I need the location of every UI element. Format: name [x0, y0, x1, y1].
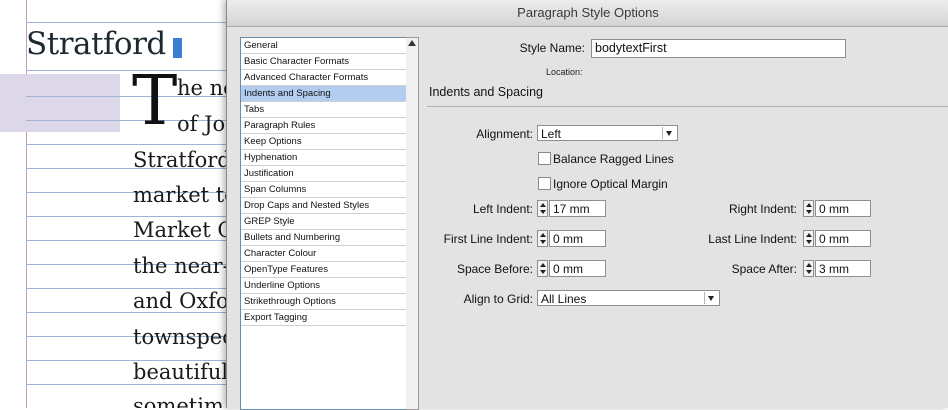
category-item-character-colour[interactable]: Character Colour	[241, 246, 406, 262]
category-item-bullets-and-numbering[interactable]: Bullets and Numbering	[241, 230, 406, 246]
body-text-line[interactable]: the near-	[133, 254, 230, 278]
last-line-indent-stepper[interactable]	[803, 230, 814, 247]
category-list-scrollbar[interactable]	[406, 37, 419, 410]
baseline-guide	[26, 22, 226, 23]
right-indent-input[interactable]: 0 mm	[815, 200, 871, 217]
align-to-grid-label: Align to Grid:	[463, 292, 533, 306]
category-item-drop-caps-and-nested-styles[interactable]: Drop Caps and Nested Styles	[241, 198, 406, 214]
balance-ragged-lines-label[interactable]: Balance Ragged Lines	[553, 152, 674, 166]
body-text-line[interactable]: townspeo	[133, 325, 235, 349]
location-label: Location:	[546, 67, 583, 77]
body-text-line[interactable]: Market C	[133, 218, 233, 242]
category-item-advanced-character-formats[interactable]: Advanced Character Formats	[241, 70, 406, 86]
balance-ragged-lines-checkbox[interactable]	[538, 152, 551, 165]
space-after-label: Space After:	[731, 262, 797, 276]
category-item-keep-options[interactable]: Keep Options	[241, 134, 406, 150]
left-indent-stepper[interactable]	[537, 200, 548, 217]
body-text-line[interactable]: Stratford	[133, 148, 231, 172]
section-divider	[427, 106, 948, 107]
category-item-export-tagging[interactable]: Export Tagging	[241, 310, 406, 326]
baseline-guide	[26, 384, 226, 385]
section-title: Indents and Spacing	[429, 85, 543, 99]
space-before-stepper[interactable]	[537, 260, 548, 277]
category-item-basic-character-formats[interactable]: Basic Character Formats	[241, 54, 406, 70]
alignment-dropdown[interactable]: Left	[537, 125, 678, 141]
space-after-stepper[interactable]	[803, 260, 814, 277]
align-to-grid-value: All Lines	[541, 292, 587, 306]
right-indent-stepper[interactable]	[803, 200, 814, 217]
category-item-tabs[interactable]: Tabs	[241, 102, 406, 118]
first-line-indent-stepper[interactable]	[537, 230, 548, 247]
first-line-indent-label: First Line Indent:	[443, 232, 533, 246]
baseline-guide	[26, 216, 226, 217]
first-line-indent-input[interactable]: 0 mm	[549, 230, 606, 247]
category-item-paragraph-rules[interactable]: Paragraph Rules	[241, 118, 406, 134]
alignment-value: Left	[541, 127, 562, 141]
paragraph-style-options-dialog: Paragraph Style Options General Basic Ch…	[226, 0, 948, 410]
style-name-input[interactable]: bodytextFirst	[591, 39, 846, 58]
body-text-line[interactable]: of Jo	[177, 112, 225, 136]
chevron-down-icon	[662, 127, 675, 139]
body-text-line[interactable]: sometim	[133, 394, 224, 408]
left-indent-label: Left Indent:	[472, 202, 533, 216]
baseline-guide	[26, 70, 226, 71]
category-list[interactable]: General Basic Character Formats Advanced…	[240, 37, 407, 410]
category-item-grep-style[interactable]: GREP Style	[241, 214, 406, 230]
category-item-general[interactable]: General	[241, 38, 406, 54]
space-after-input[interactable]: 3 mm	[815, 260, 871, 277]
body-text-line[interactable]: and Oxfo	[133, 289, 229, 313]
selected-frame-highlight	[0, 74, 120, 132]
style-name-label: Style Name:	[519, 41, 585, 55]
last-line-indent-input[interactable]: 0 mm	[815, 230, 871, 247]
left-indent-input[interactable]: 17 mm	[549, 200, 606, 217]
body-text-line[interactable]: market to	[133, 183, 237, 207]
document-heading[interactable]: Stratford	[26, 26, 166, 62]
scroll-up-arrow-icon[interactable]	[408, 40, 416, 46]
drop-cap-letter[interactable]: T	[132, 68, 177, 136]
space-before-label: Space Before:	[456, 262, 533, 276]
ignore-optical-margin-label[interactable]: Ignore Optical Margin	[553, 177, 668, 191]
body-text-line[interactable]: beautiful	[133, 360, 228, 384]
category-item-strikethrough-options[interactable]: Strikethrough Options	[241, 294, 406, 310]
chevron-down-icon	[704, 292, 717, 304]
category-item-underline-options[interactable]: Underline Options	[241, 278, 406, 294]
ignore-optical-margin-checkbox[interactable]	[538, 177, 551, 190]
category-item-opentype-features[interactable]: OpenType Features	[241, 262, 406, 278]
pilcrow-marker-icon	[173, 38, 182, 58]
last-line-indent-label: Last Line Indent:	[708, 232, 797, 246]
dialog-title[interactable]: Paragraph Style Options	[227, 0, 948, 27]
baseline-guide	[26, 144, 226, 145]
category-item-span-columns[interactable]: Span Columns	[241, 182, 406, 198]
alignment-label: Alignment:	[476, 127, 533, 141]
align-to-grid-dropdown[interactable]: All Lines	[537, 290, 720, 306]
category-item-hyphenation[interactable]: Hyphenation	[241, 150, 406, 166]
right-indent-label: Right Indent:	[728, 202, 797, 216]
category-item-indents-and-spacing[interactable]: Indents and Spacing	[241, 86, 406, 102]
category-item-justification[interactable]: Justification	[241, 166, 406, 182]
space-before-input[interactable]: 0 mm	[549, 260, 606, 277]
